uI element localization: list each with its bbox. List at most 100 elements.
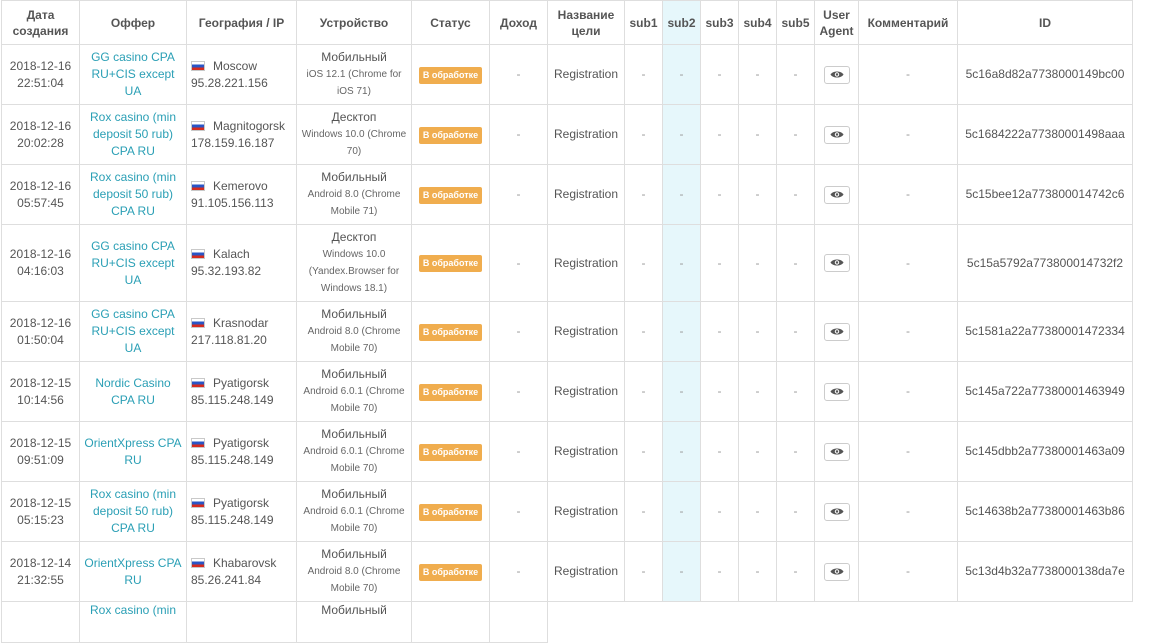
offer-cell: GG casino CPA RU+CIS except UA	[79, 44, 187, 105]
time-value: 01:50:04	[17, 332, 64, 347]
id-cell: 5c14638b2a77380001463b86	[957, 481, 1133, 542]
offer-link[interactable]: Rox casino (min	[90, 603, 176, 617]
status-cell: В обработке	[411, 224, 490, 302]
offer-link[interactable]: GG casino CPA RU+CIS except UA	[91, 307, 175, 355]
user-agent-button[interactable]	[823, 502, 850, 521]
eye-icon	[830, 71, 843, 77]
device-type: Мобильный	[321, 307, 387, 321]
ip-value: 85.115.248.149	[191, 392, 274, 407]
sub4-cell: -	[738, 421, 777, 482]
offer-link[interactable]: OrientXpress CPA RU	[84, 556, 181, 587]
user-agent-button[interactable]	[823, 185, 850, 204]
sub5-cell: -	[776, 301, 815, 362]
id-cell: 5c15a5792a773800014732f2	[957, 224, 1133, 302]
header-sub4[interactable]: sub4	[738, 0, 777, 45]
header-comment[interactable]: Комментарий	[858, 0, 958, 45]
table-row: 2018-12-15 10:14:56 Nordic Casino CPA RU …	[1, 361, 1133, 422]
device-type: Мобильный	[321, 547, 387, 561]
header-goal[interactable]: Название цели	[547, 0, 625, 45]
comment-cell: -	[858, 224, 958, 302]
status-cell	[411, 601, 490, 643]
eye-icon	[830, 388, 843, 394]
user-agent-button[interactable]	[823, 382, 850, 401]
russia-flag-icon	[191, 180, 205, 191]
user-agent-cell	[814, 421, 859, 482]
sub3-cell: -	[700, 541, 739, 602]
user-agent-button[interactable]	[823, 254, 850, 272]
device-os: Windows 10.0 (Yandex.Browser for Windows…	[308, 249, 400, 294]
offer-link[interactable]: OrientXpress CPA RU	[84, 436, 181, 467]
device-cell: Десктоп Windows 10.0 (Chrome 70)	[296, 104, 412, 165]
sub2-cell: -	[662, 481, 701, 542]
device-type: Десктоп	[331, 230, 377, 244]
header-geo[interactable]: География / IP	[186, 0, 297, 45]
table-row: 2018-12-16 22:51:04 GG casino CPA RU+CIS …	[1, 44, 1133, 105]
offer-link[interactable]: Rox casino (min deposit 50 rub) CPA RU	[90, 170, 176, 218]
russia-flag-icon	[191, 437, 205, 448]
user-agent-cell	[814, 44, 859, 105]
offer-link[interactable]: Rox casino (min deposit 50 rub) CPA RU	[90, 110, 176, 158]
table-row: 2018-12-16 20:02:28 Rox casino (min depos…	[1, 104, 1133, 165]
user-agent-button[interactable]	[823, 65, 850, 84]
time-value: 04:16:03	[17, 264, 64, 278]
offer-link[interactable]: GG casino CPA RU+CIS except UA	[91, 239, 175, 287]
geo-cell: Pyatigorsk 85.115.248.149	[186, 361, 297, 422]
header-sub2[interactable]: sub2	[662, 0, 701, 45]
header-sub1[interactable]: sub1	[624, 0, 663, 45]
user-agent-button[interactable]	[823, 125, 850, 144]
table-row: 2018-12-15 09:51:09 OrientXpress CPA RU P…	[1, 421, 1133, 482]
table-row: 2018-12-16 05:57:45 Rox casino (min depos…	[1, 164, 1133, 225]
eye-icon	[830, 448, 843, 454]
goal-cell: Registration	[547, 481, 625, 542]
geo-cell: Kalach 95.32.193.82	[186, 224, 297, 302]
income-cell: -	[489, 541, 548, 602]
offer-link[interactable]: Nordic Casino CPA RU	[95, 376, 170, 407]
user-agent-button[interactable]	[823, 562, 850, 581]
sub3-cell: -	[700, 164, 739, 225]
header-id[interactable]: ID	[957, 0, 1133, 45]
sub2-cell: -	[662, 541, 701, 602]
comment-cell: -	[858, 104, 958, 165]
header-user-agent[interactable]: User Agent	[814, 0, 859, 45]
sub3-cell: -	[700, 44, 739, 105]
city-value: Khabarovsk	[213, 555, 277, 570]
header-income[interactable]: Доход	[489, 0, 548, 45]
time-value: 10:14:56	[17, 392, 64, 407]
device-type: Десктоп	[331, 110, 377, 124]
table-row: Rox casino (min Мобильный	[1, 601, 1133, 643]
device-cell: Мобильный Android 6.0.1 (Chrome Mobile 70…	[296, 361, 412, 422]
comment-cell: -	[858, 44, 958, 105]
offer-link[interactable]: GG casino CPA RU+CIS except UA	[91, 50, 175, 98]
device-type: Мобильный	[321, 50, 387, 64]
russia-flag-icon	[191, 497, 205, 508]
id-cell: 5c13d4b32a7738000138da7e	[957, 541, 1133, 602]
goal-cell: Registration	[547, 421, 625, 482]
header-date[interactable]: Дата создания	[1, 0, 80, 45]
time-value: 21:32:55	[17, 572, 64, 587]
user-agent-button[interactable]	[823, 442, 850, 461]
income-cell: -	[489, 44, 548, 105]
time-value: 09:51:09	[17, 452, 64, 467]
header-status[interactable]: Статус	[411, 0, 490, 45]
offer-cell: OrientXpress CPA RU	[79, 541, 187, 602]
header-device[interactable]: Устройство	[296, 0, 412, 45]
header-sub3[interactable]: sub3	[700, 0, 739, 45]
geo-cell	[186, 601, 297, 643]
offer-link[interactable]: Rox casino (min deposit 50 rub) CPA RU	[90, 487, 176, 535]
user-agent-cell	[814, 224, 859, 302]
status-badge: В обработке	[418, 503, 483, 521]
comment-cell: -	[858, 421, 958, 482]
header-offer[interactable]: Оффер	[79, 0, 187, 45]
device-type: Мобильный	[321, 427, 387, 441]
income-cell: -	[489, 301, 548, 362]
sub4-cell: -	[738, 301, 777, 362]
date-value: 2018-12-15	[9, 375, 72, 390]
user-agent-cell	[814, 104, 859, 165]
goal-cell: Registration	[547, 164, 625, 225]
income-cell: -	[489, 224, 548, 302]
offer-cell: Nordic Casino CPA RU	[79, 361, 187, 422]
time-value: 05:15:23	[17, 512, 64, 527]
header-sub5[interactable]: sub5	[776, 0, 815, 45]
user-agent-button[interactable]	[823, 322, 850, 341]
ip-value: 91.105.156.113	[191, 195, 274, 210]
